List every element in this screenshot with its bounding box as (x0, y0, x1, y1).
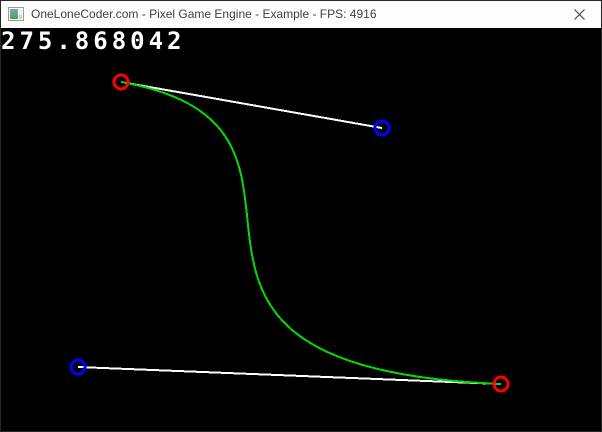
window-title: OneLoneCoder.com - Pixel Game Engine - E… (31, 0, 556, 28)
spline-curve (121, 82, 501, 384)
close-icon (574, 9, 585, 20)
handle-line (78, 367, 501, 384)
titlebar[interactable]: OneLoneCoder.com - Pixel Game Engine - E… (0, 0, 602, 28)
spline-drawing (0, 28, 602, 432)
handle-line (121, 82, 382, 128)
close-button[interactable] (556, 0, 602, 28)
value-readout: 275.868042 (1, 29, 186, 53)
app-window: OneLoneCoder.com - Pixel Game Engine - E… (0, 0, 602, 432)
app-icon (8, 6, 24, 22)
game-canvas[interactable]: 275.868042 (0, 28, 602, 432)
